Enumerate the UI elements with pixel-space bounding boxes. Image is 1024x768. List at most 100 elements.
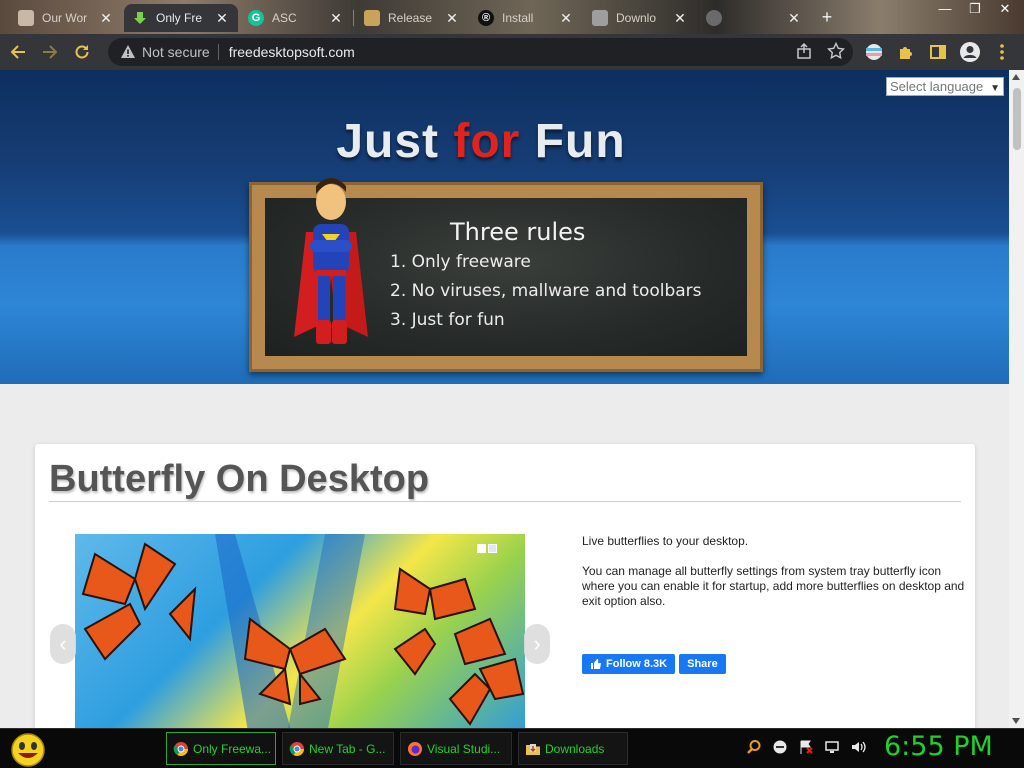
tab-label: Only Fre bbox=[156, 11, 203, 25]
browser-toolbar: Not secure freedesktopsoft.com bbox=[0, 34, 1024, 70]
close-icon[interactable]: ✕ bbox=[558, 10, 574, 27]
description-paragraph: You can manage all butterfly settings fr… bbox=[582, 564, 965, 608]
product-card: Butterfly On Desktop ‹ › Live butterflie… bbox=[35, 444, 975, 728]
tab-label: Our Wor bbox=[42, 11, 88, 25]
folder-icon bbox=[526, 743, 540, 755]
network-icon[interactable] bbox=[824, 739, 840, 755]
taskbar-clock[interactable]: 6:55 PM bbox=[884, 731, 993, 762]
more-menu-icon[interactable] bbox=[990, 40, 1014, 64]
tab-label: Install bbox=[502, 11, 534, 25]
close-icon[interactable]: ✕ bbox=[672, 10, 688, 27]
description-line: Live butterflies to your desktop. bbox=[582, 534, 749, 548]
hero-title: Just for Fun bbox=[0, 114, 962, 169]
facebook-share-button[interactable]: Share bbox=[679, 654, 726, 674]
tab-grammarly[interactable]: G ASC ✕ bbox=[240, 4, 352, 32]
slider-dots bbox=[477, 544, 497, 553]
task-label: Only Freewa... bbox=[193, 741, 272, 756]
close-icon[interactable]: ✕ bbox=[328, 10, 344, 27]
facebook-follow-button[interactable]: Follow 8.3K bbox=[582, 654, 676, 674]
language-flag-icon[interactable] bbox=[862, 40, 886, 64]
tab-download[interactable]: Downlo ✕ bbox=[584, 4, 696, 32]
close-icon[interactable]: ✕ bbox=[444, 10, 460, 27]
chrome-icon bbox=[173, 741, 188, 756]
hero-title-part: Just bbox=[336, 115, 454, 168]
puzzle-icon[interactable] bbox=[894, 40, 918, 64]
address-bar[interactable]: Not secure freedesktopsoft.com bbox=[108, 38, 853, 66]
page-icon bbox=[706, 10, 722, 26]
chevron-down-icon: ▼ bbox=[990, 83, 1000, 94]
tab-our-world[interactable]: Our Wor ✕ bbox=[10, 4, 122, 32]
slider-next-button[interactable]: › bbox=[524, 624, 550, 664]
extension-area bbox=[862, 40, 1014, 64]
screenshot-slider[interactable] bbox=[75, 534, 525, 728]
chrome-icon bbox=[289, 741, 304, 756]
rule-item: 2. No viruses, mallware and toolbars bbox=[390, 281, 702, 301]
system-tray bbox=[746, 739, 866, 755]
share-icon[interactable] bbox=[795, 42, 813, 60]
tab-install[interactable]: ® Install ✕ bbox=[470, 4, 582, 32]
flag-alert-icon[interactable] bbox=[798, 739, 814, 755]
butterflies-image bbox=[81, 534, 525, 728]
divider bbox=[49, 501, 961, 502]
rule-item: 1. Only freeware bbox=[390, 252, 531, 272]
close-icon[interactable]: ✕ bbox=[786, 10, 802, 27]
minus-circle-icon[interactable] bbox=[772, 739, 788, 755]
vertical-scrollbar[interactable] bbox=[1009, 70, 1024, 728]
taskbar-item-visual-studio[interactable]: Visual Studi... bbox=[400, 732, 512, 765]
maximize-button[interactable]: ❐ bbox=[960, 0, 990, 20]
tab-unnamed[interactable]: ✕ bbox=[698, 4, 810, 32]
star-icon[interactable] bbox=[827, 42, 845, 60]
scroll-up-arrow-icon[interactable] bbox=[1012, 74, 1020, 80]
page-icon bbox=[18, 10, 34, 26]
taskbar-item-downloads[interactable]: Downloads bbox=[518, 732, 628, 765]
page-icon bbox=[592, 10, 608, 26]
tab-only-freeware[interactable]: Only Fre ✕ bbox=[124, 4, 238, 32]
thumbs-up-icon bbox=[591, 659, 601, 669]
tab-release[interactable]: Release ✕ bbox=[356, 4, 468, 32]
grammarly-icon: G bbox=[248, 10, 264, 26]
download-arrow-icon bbox=[132, 10, 148, 26]
registered-icon: ® bbox=[478, 10, 494, 26]
reload-button[interactable] bbox=[68, 38, 96, 66]
slider-dot[interactable] bbox=[477, 544, 486, 553]
tab-label: Downlo bbox=[616, 11, 657, 25]
tab-label: ASC bbox=[272, 11, 297, 25]
language-select[interactable]: Select language ▼ bbox=[886, 77, 1004, 96]
back-button[interactable] bbox=[4, 38, 32, 66]
minimize-button[interactable]: — bbox=[930, 0, 960, 20]
tab-strip: Our Wor ✕ Only Fre ✕ G ASC ✕ Release ✕ ®… bbox=[0, 0, 1024, 34]
profile-avatar-icon[interactable] bbox=[958, 40, 982, 64]
task-label: Downloads bbox=[545, 741, 605, 756]
url-text[interactable]: freedesktopsoft.com bbox=[229, 44, 355, 60]
taskbar-item-new-tab[interactable]: New Tab - G... bbox=[282, 732, 394, 765]
slider-dot[interactable] bbox=[488, 544, 497, 553]
close-icon[interactable]: ✕ bbox=[98, 10, 114, 27]
task-label: Visual Studi... bbox=[427, 741, 501, 756]
taskbar-item-only-freeware[interactable]: Only Freewa... bbox=[166, 732, 276, 765]
close-window-button[interactable]: ✕ bbox=[990, 0, 1020, 20]
superhero-mascot-icon bbox=[294, 178, 368, 344]
omnibox-actions bbox=[795, 42, 845, 60]
follow-label: Follow 8.3K bbox=[606, 658, 668, 670]
warning-icon bbox=[121, 45, 135, 58]
scroll-thumb[interactable] bbox=[1013, 88, 1021, 150]
taskbar: Only Freewa... New Tab - G... Visual Stu… bbox=[0, 728, 1024, 768]
divider bbox=[217, 44, 219, 60]
tab-separator bbox=[353, 10, 354, 26]
security-label: Not secure bbox=[142, 44, 210, 60]
social-buttons: Follow 8.3K Share bbox=[582, 654, 726, 674]
hero-title-part: for bbox=[453, 115, 521, 168]
scroll-down-arrow-icon[interactable] bbox=[1012, 718, 1020, 724]
start-button-smiley-icon[interactable] bbox=[8, 731, 48, 767]
slider-prev-button[interactable]: ‹ bbox=[50, 624, 76, 664]
back-arrow-icon bbox=[10, 45, 25, 59]
language-select-value: Select language bbox=[890, 79, 984, 94]
volume-icon[interactable] bbox=[850, 739, 866, 755]
task-label: New Tab - G... bbox=[309, 741, 386, 756]
forward-arrow-icon bbox=[43, 45, 58, 59]
search-icon[interactable] bbox=[746, 739, 762, 755]
close-icon[interactable]: ✕ bbox=[214, 10, 230, 27]
forward-button[interactable] bbox=[36, 38, 64, 66]
side-panel-icon[interactable] bbox=[926, 40, 950, 64]
new-tab-button[interactable]: + bbox=[816, 6, 838, 28]
